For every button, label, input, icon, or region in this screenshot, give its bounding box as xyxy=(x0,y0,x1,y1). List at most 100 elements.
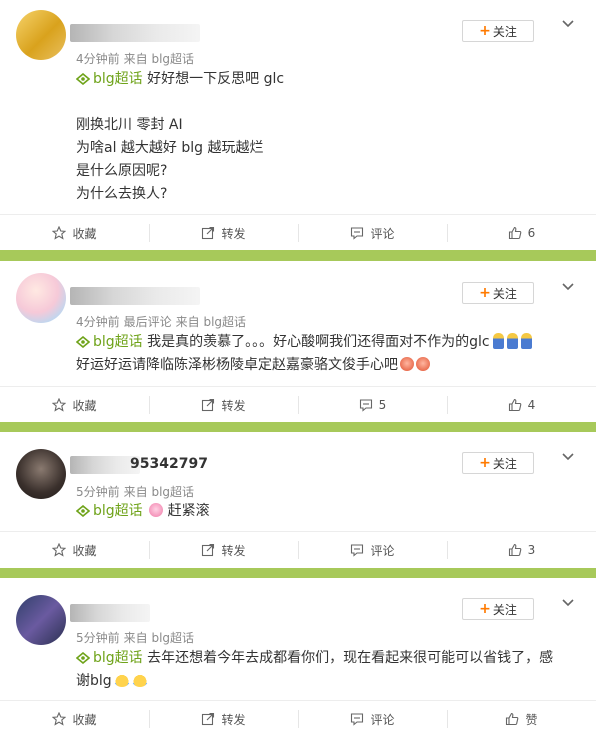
post-card: 4分钟前 来自 blg超话 + 关注 blg超话 好好想一下反思吧 glc 刚换北川… xyxy=(0,0,596,250)
repost-button[interactable]: 转发 xyxy=(149,215,298,251)
supertopic-icon xyxy=(75,651,91,665)
post-text: 好好想一下反思吧 glc xyxy=(147,71,285,87)
like-count: 4 xyxy=(527,398,536,412)
post-source[interactable]: 来自 blg超话 xyxy=(176,315,246,329)
topic-tag[interactable]: blg超话 xyxy=(75,71,143,87)
username-blurred[interactable] xyxy=(70,24,200,42)
username-blurred[interactable] xyxy=(70,604,150,622)
post-source[interactable]: 来自 blg超话 xyxy=(124,631,194,645)
plus-icon: + xyxy=(479,23,491,39)
post-separator xyxy=(0,422,596,432)
thumbs-up-icon xyxy=(508,398,521,412)
like-count: 6 xyxy=(527,226,536,240)
post-line: 为啥al 越大越好 blg 越玩越烂 xyxy=(76,140,264,156)
avatar[interactable] xyxy=(16,273,66,323)
supertopic-icon xyxy=(75,72,91,86)
emoji-figure xyxy=(520,333,532,349)
post-time: 4分钟前 xyxy=(76,52,120,66)
follow-label: 关注 xyxy=(492,602,517,617)
post-card: 4分钟前 最后评论 来自 blg超话 + 关注 blg超话 我是真的羡慕了。。。好心酸… xyxy=(0,261,596,422)
post-time: 5分钟前 xyxy=(76,631,120,645)
repost-button[interactable]: 转发 xyxy=(149,387,298,423)
chevron-down-icon[interactable] xyxy=(560,279,576,295)
post-source[interactable]: 来自 blg超话 xyxy=(124,52,194,66)
post-line: 谢blg xyxy=(76,670,576,693)
action-bar: 收藏 转发 评论 6 xyxy=(0,214,596,251)
emoji-face xyxy=(416,357,430,371)
like-label: 赞 xyxy=(525,712,538,727)
post-text: 赶紧滚 xyxy=(167,503,210,519)
chevron-down-icon[interactable] xyxy=(560,595,576,611)
star-icon xyxy=(52,398,67,412)
post-content: blg超话 好好想一下反思吧 glc 刚换北川 零封 AI 为啥al 越大越好 … xyxy=(75,68,576,206)
repost-label: 转发 xyxy=(221,398,246,413)
comment-label: 评论 xyxy=(370,712,395,727)
chevron-down-icon[interactable] xyxy=(560,16,576,32)
repost-icon xyxy=(202,712,215,726)
avatar[interactable] xyxy=(16,449,66,499)
like-button[interactable]: 4 xyxy=(447,387,596,423)
supertopic-icon xyxy=(75,335,91,349)
comment-label: 评论 xyxy=(370,226,395,241)
post-card: 95342797 5分钟前 来自 blg超话 + 关注 blg超话 赶紧滚 收藏 转… xyxy=(0,432,596,568)
avatar[interactable] xyxy=(16,595,66,645)
post-line: blg超话 好好想一下反思吧 glc xyxy=(75,68,576,91)
post-content: blg超话 去年还想着今年去成都看你们，现在看起来很可能可以省钱了，感 谢blg xyxy=(75,647,576,693)
emoji-face xyxy=(400,357,414,371)
post-content: blg超话 赶紧滚 xyxy=(75,500,576,523)
action-bar: 收藏 转发 评论 赞 xyxy=(0,700,596,737)
action-bar: 收藏 转发 评论 3 xyxy=(0,531,596,568)
post-line: blg超话 去年还想着今年去成都看你们，现在看起来很可能可以省钱了，感 xyxy=(75,647,576,670)
chevron-down-icon[interactable] xyxy=(560,449,576,465)
topic-tag[interactable]: blg超话 xyxy=(75,334,143,350)
comment-count: 5 xyxy=(378,398,387,412)
like-button[interactable]: 赞 xyxy=(447,701,596,737)
thumbs-up-icon xyxy=(508,543,521,557)
favorite-button[interactable]: 收藏 xyxy=(0,701,149,737)
topic-tag-label: blg超话 xyxy=(93,334,143,350)
post-line: 是什么原因呢? xyxy=(76,163,168,179)
follow-label: 关注 xyxy=(492,286,517,301)
post-line: blg超话 赶紧滚 xyxy=(75,500,576,523)
avatar[interactable] xyxy=(16,10,66,60)
follow-button[interactable]: + 关注 xyxy=(462,598,534,620)
like-button[interactable]: 3 xyxy=(447,532,596,568)
username-blurred[interactable] xyxy=(70,287,200,305)
topic-tag[interactable]: blg超话 xyxy=(75,650,143,666)
comment-button[interactable]: 评论 xyxy=(298,701,447,737)
favorite-button[interactable]: 收藏 xyxy=(0,215,149,251)
repost-icon xyxy=(202,398,215,412)
post-meta: 4分钟前 最后评论 来自 blg超话 xyxy=(76,313,246,330)
comment-label: 评论 xyxy=(370,543,395,558)
follow-button[interactable]: + 关注 xyxy=(462,282,534,304)
like-button[interactable]: 6 xyxy=(447,215,596,251)
follow-button[interactable]: + 关注 xyxy=(462,452,534,474)
username-partial[interactable]: 95342797 xyxy=(130,456,208,472)
post-text: 谢blg xyxy=(76,673,112,689)
favorite-button[interactable]: 收藏 xyxy=(0,532,149,568)
post-time: 4分钟前 xyxy=(76,315,120,329)
repost-button[interactable]: 转发 xyxy=(149,532,298,568)
comment-button[interactable]: 5 xyxy=(298,387,447,423)
post-text: 去年还想着今年去成都看你们，现在看起来很可能可以省钱了，感 xyxy=(147,650,554,666)
favorite-button[interactable]: 收藏 xyxy=(0,387,149,423)
post-line: blg超话 我是真的羡慕了。。。好心酸啊我们还得面对不作为的glc xyxy=(75,331,576,354)
follow-button[interactable]: + 关注 xyxy=(462,20,534,42)
comment-button[interactable]: 评论 xyxy=(298,215,447,251)
repost-button[interactable]: 转发 xyxy=(149,701,298,737)
post-line xyxy=(76,91,576,114)
post-meta: 5分钟前 来自 blg超话 xyxy=(76,629,194,646)
like-count: 3 xyxy=(527,543,536,557)
comment-icon xyxy=(359,399,372,412)
post-separator xyxy=(0,250,596,261)
post-line: 刚换北川 零封 AI xyxy=(76,117,183,133)
thumbs-up-icon xyxy=(506,712,519,726)
post-last-comment: 最后评论 xyxy=(123,315,172,329)
post-text: 好运好运请降临陈泽彬杨陵卓定赵嘉豪骆文俊手心吧 xyxy=(76,357,398,373)
topic-tag[interactable]: blg超话 xyxy=(75,503,143,519)
post-source[interactable]: 来自 blg超话 xyxy=(124,485,194,499)
post-text: 我是真的羡慕了。。。好心酸啊我们还得面对不作为的glc xyxy=(147,334,490,350)
follow-label: 关注 xyxy=(492,456,517,471)
comment-button[interactable]: 评论 xyxy=(298,532,447,568)
emoji-figure xyxy=(492,333,504,349)
